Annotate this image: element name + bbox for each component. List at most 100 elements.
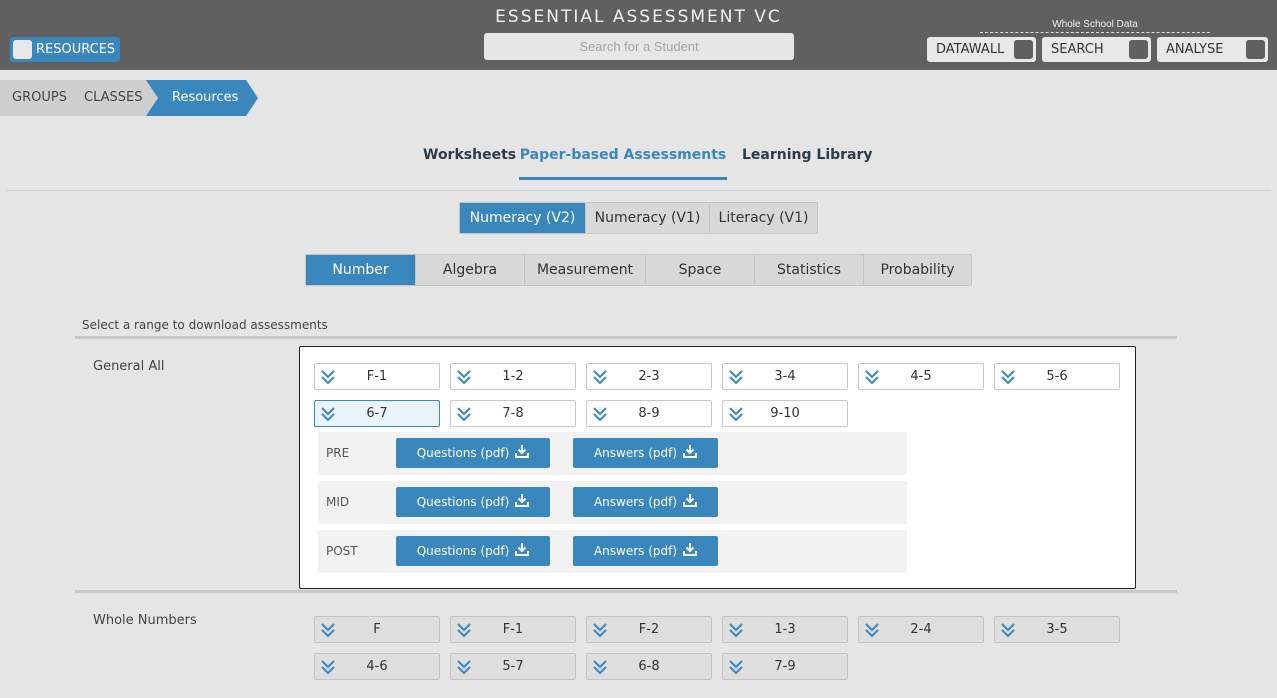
group-label-whole-numbers: Whole Numbers: [93, 613, 197, 628]
range-label: 8-9: [638, 406, 660, 421]
range-button[interactable]: F-1: [450, 616, 576, 643]
student-search-input[interactable]: [484, 33, 794, 60]
datawall-label: DATAWALL: [936, 42, 1005, 57]
answers-pdf-button[interactable]: Answers (pdf): [573, 536, 718, 566]
double-chevron-down-icon: [315, 369, 341, 385]
version-literacy-v1[interactable]: Literacy (V1): [709, 203, 817, 233]
download-icon: [515, 494, 530, 510]
double-chevron-down-icon: [451, 659, 477, 675]
range-button[interactable]: 8-9: [586, 400, 712, 427]
search-toggle[interactable]: SEARCH: [1042, 37, 1151, 62]
range-label: 5-6: [1046, 369, 1068, 384]
answers-pdf-button[interactable]: Answers (pdf): [573, 487, 718, 517]
range-label: 3-4: [774, 369, 796, 384]
breadcrumb-current: Resources: [146, 80, 258, 116]
download-icon: [683, 543, 698, 559]
whole-school-data-label: Whole School Data: [980, 19, 1210, 33]
stage-label: PRE: [326, 446, 350, 460]
double-chevron-down-icon: [723, 622, 749, 638]
range-label: 5-7: [502, 659, 524, 674]
questions-pdf-label: Questions (pdf): [416, 495, 510, 509]
range-button[interactable]: 9-10: [722, 400, 848, 427]
range-button[interactable]: F-2: [586, 616, 712, 643]
range-button[interactable]: 2-4: [858, 616, 984, 643]
answers-pdf-label: Answers (pdf): [593, 495, 678, 509]
version-selector: Numeracy (V2) Numeracy (V1) Literacy (V1…: [459, 202, 818, 234]
range-button[interactable]: 7-9: [722, 653, 848, 680]
answers-pdf-label: Answers (pdf): [593, 446, 678, 460]
range-label: F-2: [638, 622, 660, 637]
range-button[interactable]: 1-3: [722, 616, 848, 643]
breadcrumb-classes[interactable]: CLASSES: [84, 90, 142, 105]
student-search[interactable]: [484, 33, 794, 60]
range-label: 2-3: [638, 369, 660, 384]
double-chevron-down-icon: [587, 369, 613, 385]
download-icon: [515, 445, 530, 461]
range-label: 7-9: [774, 659, 796, 674]
tab-worksheets[interactable]: Worksheets: [423, 147, 516, 180]
range-label: F-1: [502, 622, 524, 637]
range-button[interactable]: 5-6: [994, 363, 1120, 390]
strand-measurement[interactable]: Measurement: [524, 255, 645, 285]
range-button[interactable]: 3-5: [994, 616, 1120, 643]
range-button[interactable]: 4-6: [314, 653, 440, 680]
download-icon: [683, 445, 698, 461]
double-chevron-down-icon: [723, 659, 749, 675]
top-bar: ESSENTIAL ASSESSMENT VC RESOURCES Whole …: [0, 0, 1277, 70]
analyse-label: ANALYSE: [1166, 42, 1224, 57]
resources-toggle[interactable]: RESOURCES: [10, 37, 120, 62]
double-chevron-down-icon: [451, 622, 477, 638]
range-button[interactable]: 3-4: [722, 363, 848, 390]
search-label: SEARCH: [1051, 42, 1104, 57]
version-numeracy-v1[interactable]: Numeracy (V1): [585, 203, 709, 233]
double-chevron-down-icon: [451, 406, 477, 422]
range-label: F: [373, 622, 381, 637]
double-chevron-down-icon: [315, 622, 341, 638]
toggle-knob: [13, 40, 32, 59]
strand-space[interactable]: Space: [645, 255, 754, 285]
double-chevron-down-icon: [859, 622, 885, 638]
double-chevron-down-icon: [723, 369, 749, 385]
strand-number[interactable]: Number: [306, 255, 415, 285]
range-label: 1-2: [502, 369, 524, 384]
tab-learning-library[interactable]: Learning Library: [742, 147, 873, 180]
version-numeracy-v2[interactable]: Numeracy (V2): [460, 203, 585, 233]
stage-label: POST: [326, 544, 358, 558]
range-button[interactable]: 5-7: [450, 653, 576, 680]
download-icon: [515, 543, 530, 559]
group-label-general-all: General All: [93, 359, 165, 374]
double-chevron-down-icon: [995, 369, 1021, 385]
range-button[interactable]: 6-8: [586, 653, 712, 680]
range-label: 2-4: [910, 622, 932, 637]
questions-pdf-button[interactable]: Questions (pdf): [396, 536, 550, 566]
range-label: 3-5: [1046, 622, 1068, 637]
range-button[interactable]: 7-8: [450, 400, 576, 427]
range-label: 4-5: [910, 369, 932, 384]
range-button[interactable]: F: [314, 616, 440, 643]
range-button[interactable]: 1-2: [450, 363, 576, 390]
analyse-toggle[interactable]: ANALYSE: [1157, 37, 1268, 62]
questions-pdf-label: Questions (pdf): [416, 544, 510, 558]
strand-probability[interactable]: Probability: [863, 255, 971, 285]
double-chevron-down-icon: [315, 659, 341, 675]
range-button[interactable]: 4-5: [858, 363, 984, 390]
download-row: PRE Questions (pdf) Answers (pdf): [318, 432, 907, 475]
range-button[interactable]: 6-7: [314, 400, 440, 427]
strand-statistics[interactable]: Statistics: [754, 255, 863, 285]
download-icon: [683, 494, 698, 510]
section-divider: [75, 336, 1177, 339]
range-label: 4-6: [366, 659, 388, 674]
range-button[interactable]: F-1: [314, 363, 440, 390]
double-chevron-down-icon: [587, 659, 613, 675]
answers-pdf-button[interactable]: Answers (pdf): [573, 438, 718, 468]
questions-pdf-button[interactable]: Questions (pdf): [396, 487, 550, 517]
tab-paper-based-assessments[interactable]: Paper-based Assessments: [519, 147, 727, 180]
strand-algebra[interactable]: Algebra: [415, 255, 524, 285]
double-chevron-down-icon: [587, 622, 613, 638]
datawall-toggle[interactable]: DATAWALL: [927, 37, 1036, 62]
section-divider: [75, 590, 1177, 593]
range-button[interactable]: 2-3: [586, 363, 712, 390]
double-chevron-down-icon: [451, 369, 477, 385]
questions-pdf-button[interactable]: Questions (pdf): [396, 438, 550, 468]
breadcrumb-groups[interactable]: GROUPS: [12, 90, 67, 105]
